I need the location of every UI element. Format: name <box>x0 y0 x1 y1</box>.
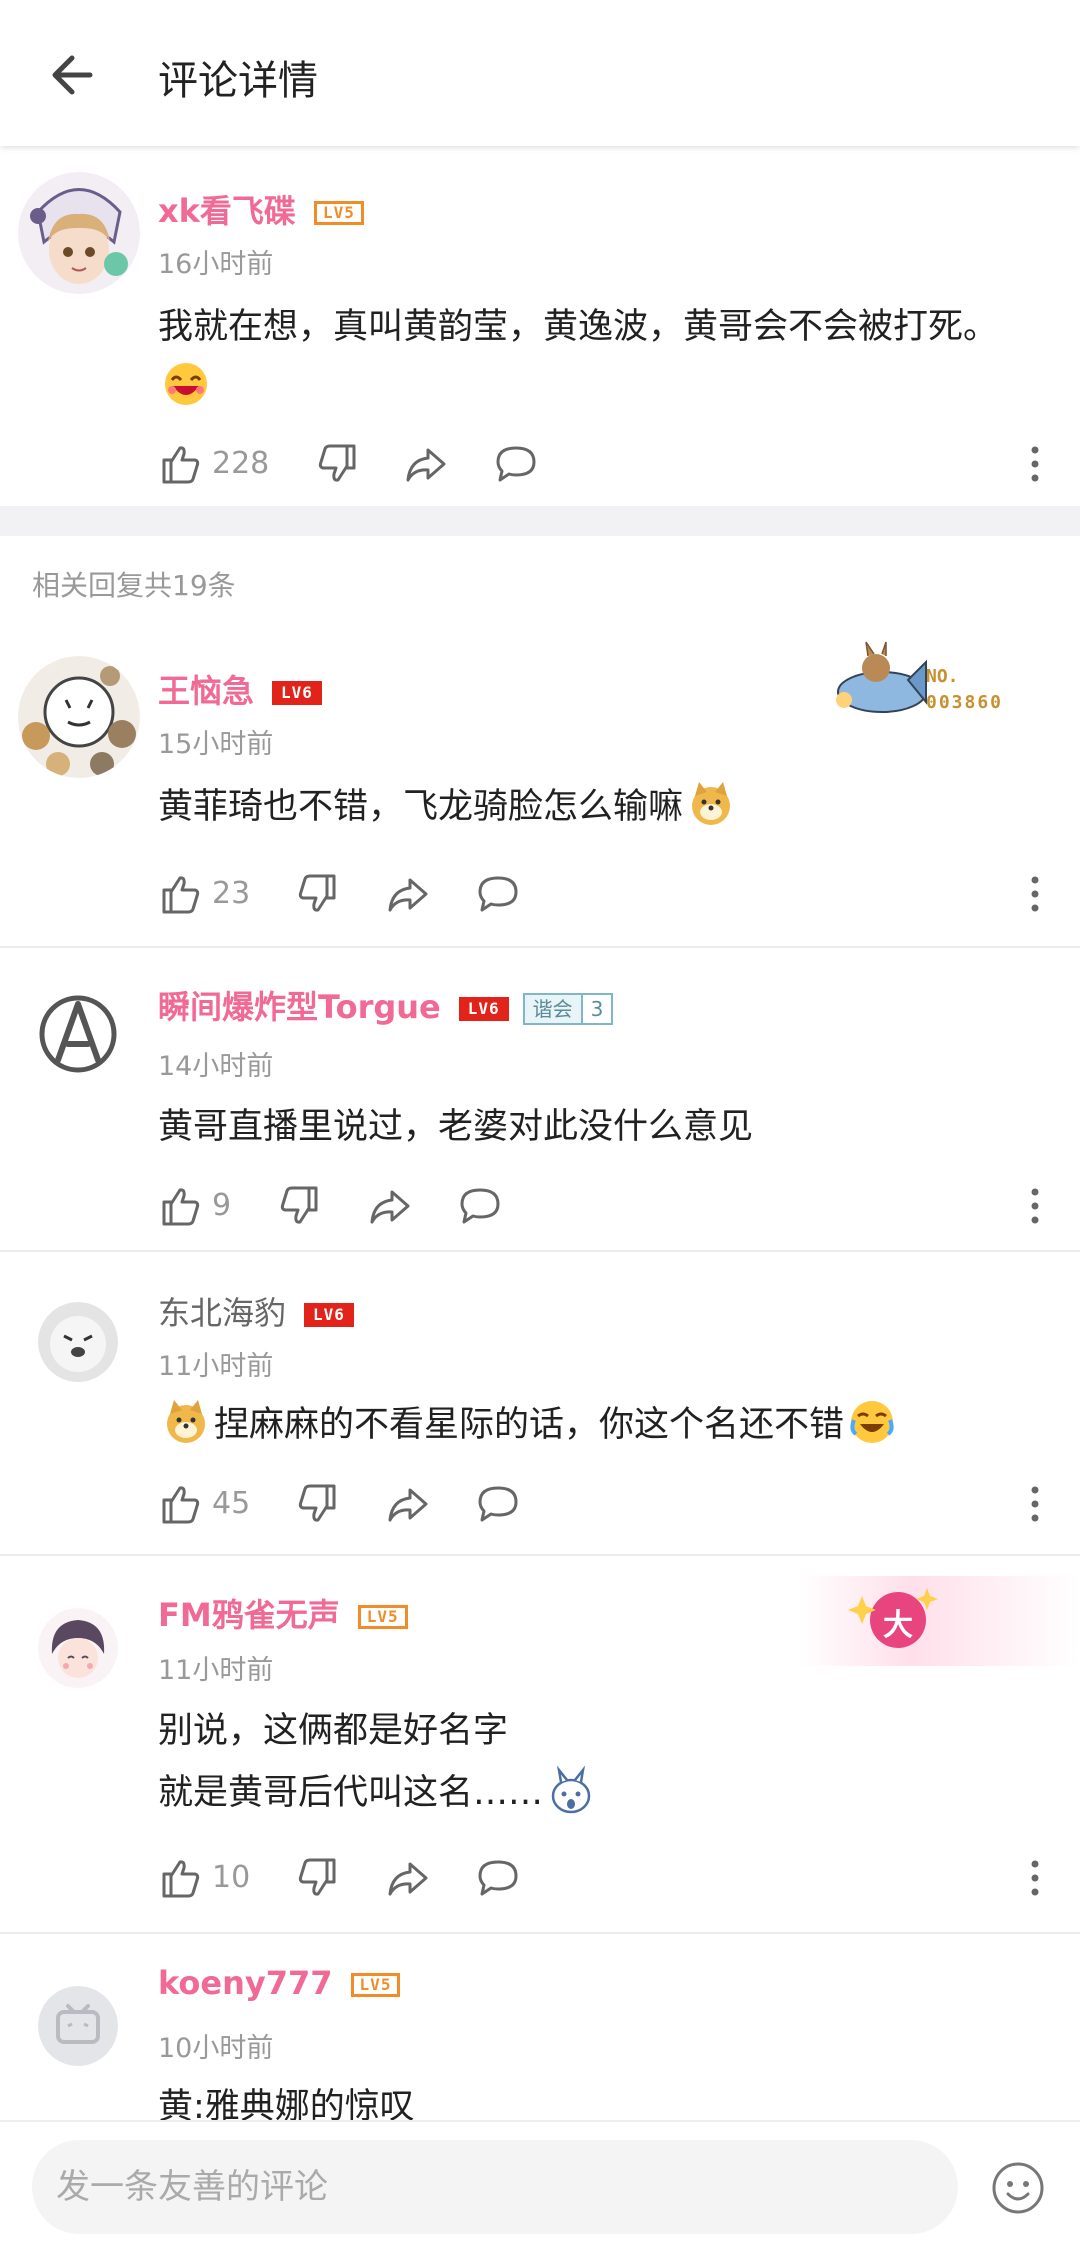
comment-thread[interactable]: xk看飞碟 LV5 16小时前 我就在想，真叫黄韵莹，黄逸波，黄哥会不会被打死。 … <box>0 146 1080 2120</box>
replies-count-label: 相关回复共19条 <box>32 569 236 602</box>
avatar-pendant-badge: NO. 003860 <box>830 640 1020 736</box>
comment-text: 黄哥直播里说过，老婆对此没什么意见 <box>158 1107 754 1147</box>
share-icon[interactable] <box>386 1856 430 1900</box>
pendant-number: 003860 <box>926 692 1004 713</box>
comment-actions: 9 <box>158 1184 1039 1234</box>
like-count: 228 <box>212 446 270 481</box>
like-icon[interactable] <box>158 1856 202 1900</box>
comment-input-container[interactable] <box>32 2140 958 2234</box>
username[interactable]: 东北海豹 LV6 <box>158 1288 354 1334</box>
avatar[interactable] <box>18 656 140 778</box>
timestamp: 11小时前 <box>158 1351 274 1382</box>
username[interactable]: FM鸦雀无声 LV5 <box>158 1590 408 1636</box>
level-badge: LV5 <box>313 201 364 225</box>
like-icon[interactable] <box>158 442 202 486</box>
like-count: 23 <box>212 876 251 911</box>
section-divider <box>0 506 1080 536</box>
pendant-char: 大 <box>883 1608 913 1643</box>
level-badge: LV6 <box>458 997 509 1021</box>
like-count: 9 <box>212 1188 232 1223</box>
more-options-icon[interactable] <box>1028 1186 1042 1226</box>
more-options-icon[interactable] <box>1028 444 1042 484</box>
crying-laughing-emoji-icon <box>850 1401 894 1443</box>
reply-icon[interactable] <box>476 872 520 916</box>
doge-emoji-icon <box>692 782 731 825</box>
dislike-icon[interactable] <box>296 872 340 916</box>
laughing-emoji-icon <box>165 363 207 405</box>
avatar[interactable] <box>38 994 118 1074</box>
like-count: 45 <box>212 1486 251 1521</box>
timestamp: 11小时前 <box>158 1655 274 1686</box>
back-arrow-icon[interactable] <box>40 40 110 110</box>
timestamp: 15小时前 <box>158 729 274 760</box>
level-badge: LV6 <box>304 1303 354 1327</box>
share-icon[interactable] <box>386 872 430 916</box>
avatar[interactable] <box>18 172 140 294</box>
avatar[interactable] <box>38 1608 118 1688</box>
level-badge: LV5 <box>357 1605 408 1629</box>
timestamp: 16小时前 <box>158 249 274 280</box>
reply-comment: 王恼急LV6 NO. 003860 15小时前 黄菲琦也不错，飞龙骑脸怎么输嘛 <box>0 636 1080 950</box>
share-icon[interactable] <box>386 1482 430 1526</box>
username[interactable]: koeny777 LV5 <box>158 1964 401 2002</box>
reply-comment: koeny777 LV5 10小时前 黄:雅典娜的惊叹 <box>0 1934 1080 2120</box>
fan-medal-badge[interactable]: 谐会 3 <box>522 993 614 1025</box>
level-badge: LV6 <box>272 681 322 705</box>
reply-icon[interactable] <box>494 442 538 486</box>
comment-actions: 10 <box>158 1856 1039 1906</box>
reply-comment: FM鸦雀无声 LV5 大 11小时前 别说，这俩都是好名字 就是黄哥后代叫这名…… <box>0 1556 1080 1932</box>
more-options-icon[interactable] <box>1028 874 1042 914</box>
comment-actions: 23 <box>158 872 1039 922</box>
username[interactable]: 瞬间爆炸型Torgue LV6 谐会 3 <box>158 982 614 1028</box>
page-title: 评论详情 <box>158 58 318 104</box>
avatar[interactable] <box>38 1302 118 1382</box>
username[interactable]: xk看飞碟 LV5 <box>158 186 364 232</box>
like-count: 10 <box>212 1860 251 1895</box>
more-options-icon[interactable] <box>1028 1484 1042 1524</box>
comment-text: 捏麻麻的不看星际的话，你这个名还不错 <box>158 1394 900 1456</box>
pendant-label: NO. <box>926 666 959 687</box>
reply-comment: 瞬间爆炸型Torgue LV6 谐会 3 14小时前 黄哥直播里说过，老婆对此没什么意… <box>0 948 1080 1250</box>
dislike-icon[interactable] <box>296 1856 340 1900</box>
top-bar: 评论详情 <box>0 0 1080 146</box>
like-icon[interactable] <box>158 1482 202 1526</box>
reply-comment: 东北海豹 LV6 11小时前 捏麻麻的不看星际的话，你这个名还不错 45 <box>0 1252 1080 1554</box>
timestamp: 10小时前 <box>158 2033 274 2064</box>
comment-actions: 45 <box>158 1482 1039 1532</box>
comment-text-emoji-line <box>158 356 214 418</box>
doge-emoji-icon <box>167 1400 205 1443</box>
comment-input[interactable] <box>32 2140 958 2234</box>
share-icon[interactable] <box>404 442 448 486</box>
comment-text: 黄:雅典娜的惊叹 <box>158 2087 415 2120</box>
comment-text: 黄菲琦也不错，飞龙骑脸怎么输嘛 <box>158 776 739 838</box>
like-icon[interactable] <box>158 872 202 916</box>
dislike-icon[interactable] <box>316 442 360 486</box>
level-badge: LV5 <box>350 1973 401 1997</box>
avatar-pendant-badge: 大 <box>800 1576 1080 1666</box>
dislike-icon[interactable] <box>296 1482 340 1526</box>
main-comment: xk看飞碟 LV5 16小时前 我就在想，真叫黄韵莹，黄逸波，黄哥会不会被打死。 … <box>0 146 1080 506</box>
username[interactable]: 王恼急 LV6 <box>158 666 322 712</box>
dislike-icon[interactable] <box>278 1184 322 1228</box>
timestamp: 14小时前 <box>158 1051 274 1082</box>
emoji-picker-icon[interactable] <box>990 2160 1046 2216</box>
reply-icon[interactable] <box>476 1482 520 1526</box>
more-options-icon[interactable] <box>1028 1858 1042 1898</box>
comment-actions: 228 <box>158 442 1039 492</box>
like-icon[interactable] <box>158 1184 202 1228</box>
bunny-emoji-icon <box>551 1766 591 1814</box>
comment-text: 我就在想，真叫黄韵莹，黄逸波，黄哥会不会被打死。 <box>158 307 999 347</box>
comment-input-bar <box>0 2120 1080 2249</box>
reply-icon[interactable] <box>458 1184 502 1228</box>
share-icon[interactable] <box>368 1184 412 1228</box>
comment-text-line2: 就是黄哥后代叫这名…… <box>158 1762 599 1824</box>
avatar[interactable] <box>38 1986 118 2066</box>
comment-text-line1: 别说，这俩都是好名字 <box>158 1711 509 1751</box>
reply-icon[interactable] <box>476 1856 520 1900</box>
